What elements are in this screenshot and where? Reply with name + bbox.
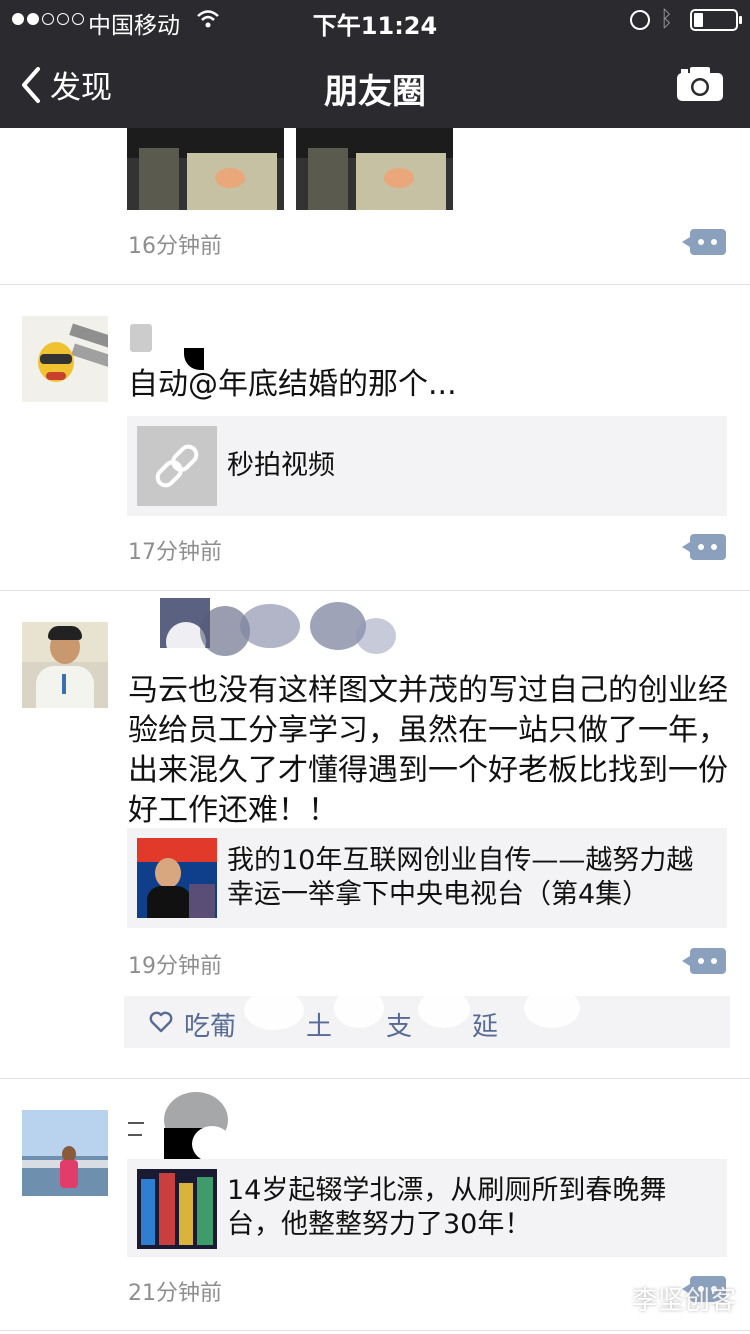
avatar[interactable] <box>22 622 108 708</box>
link-thumbnail <box>137 838 217 918</box>
blurred-name <box>130 324 152 352</box>
likes-bar: 吃葡 土 支 延 <box>124 988 730 1048</box>
status-bar: 中国移动 下午11:24 ᛒ <box>0 0 750 40</box>
link-icon <box>155 444 199 488</box>
post-divider <box>0 590 750 591</box>
avatar[interactable] <box>22 316 108 402</box>
post-divider <box>0 1078 750 1079</box>
link-thumbnail <box>137 1169 217 1249</box>
liker-name[interactable]: 支 <box>386 1006 412 1043</box>
liker-name[interactable]: 吃葡 <box>184 1006 236 1043</box>
heart-icon <box>149 1011 173 1033</box>
link-thumbnail <box>137 426 217 506</box>
avatar[interactable] <box>22 1110 108 1196</box>
link-title: 秒拍视频 <box>227 450 335 481</box>
post-time: 17分钟前 <box>128 540 222 565</box>
post-divider <box>0 1330 750 1331</box>
wechat-logo-icon <box>597 1287 625 1309</box>
link-card[interactable]: 14岁起辍学北漂，从刷厕所到春晚舞台，他整整努力了30年！ <box>127 1159 727 1257</box>
link-title: 14岁起辍学北漂，从刷厕所到春晚舞台，他整整努力了30年！ <box>227 1175 667 1240</box>
camera-icon[interactable] <box>676 66 724 102</box>
link-title: 我的10年互联网创业自传——越努力越幸运一举拿下中央电视台（第4集） <box>227 845 694 910</box>
bluetooth-icon: ᛒ <box>660 7 674 32</box>
liker-name[interactable]: 土 <box>306 1006 332 1043</box>
blurred-name <box>160 598 460 670</box>
page-title: 朋友圈 <box>324 72 426 112</box>
watermark-text: 李坚创客 <box>632 1286 737 1316</box>
post-image[interactable] <box>296 128 453 210</box>
post-text: 马云也没有这样图文并茂的写过自己的创业经验给员工分享学习，虽然在一站只做了一年，… <box>128 673 728 828</box>
alarm-icon <box>630 10 650 30</box>
post-time: 19分钟前 <box>128 954 222 979</box>
liker-name[interactable]: 延 <box>472 1006 498 1043</box>
battery-icon <box>690 9 742 31</box>
nav-bar: 发现 朋友圈 <box>0 40 750 128</box>
moments-feed: 16分钟前 自动@年底结婚的那个... 秒拍视频 17分钟前 马云也没有这样图文… <box>0 128 750 1334</box>
comment-more-icon[interactable] <box>682 229 726 255</box>
comment-more-icon[interactable] <box>682 534 726 560</box>
top-bar: 中国移动 下午11:24 ᛒ 发现 朋友圈 <box>0 0 750 128</box>
comment-more-icon[interactable] <box>682 948 726 974</box>
post-divider <box>0 284 750 285</box>
post-time: 21分钟前 <box>128 1281 222 1306</box>
post-text: 自动@年底结婚的那个... <box>128 367 457 402</box>
link-card[interactable]: 秒拍视频 <box>127 416 727 516</box>
watermark: 李坚创客 <box>596 1280 736 1317</box>
link-card[interactable]: 我的10年互联网创业自传——越努力越幸运一举拿下中央电视台（第4集） <box>127 828 727 928</box>
post-image[interactable] <box>127 128 284 210</box>
post-time: 16分钟前 <box>128 234 222 259</box>
